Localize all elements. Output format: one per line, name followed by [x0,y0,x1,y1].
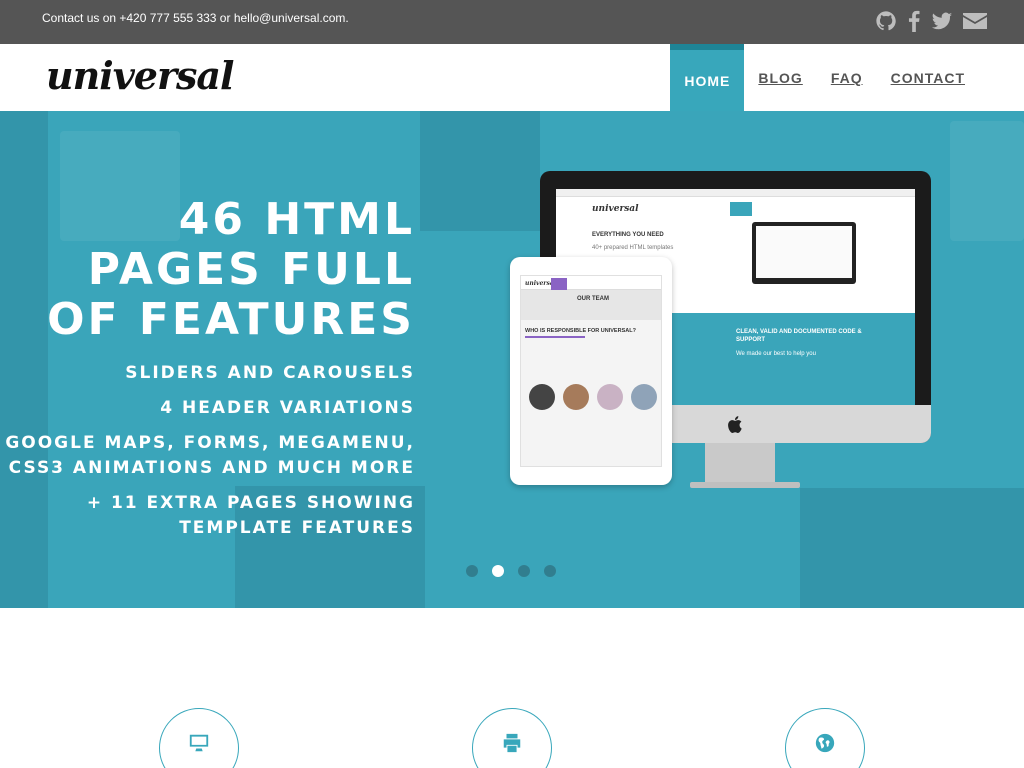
hero-feature: TEMPLATE FEATURES [179,518,415,538]
mini-logo: universal [592,204,639,214]
mini-nav-active [730,202,752,216]
imac-stand [705,443,775,485]
team-avatar [597,384,623,410]
ipad-banner: OUR TEAM [521,290,661,320]
hero-feature: SLIDERS AND CAROUSELS [125,363,415,383]
mini-title: EVERYTHING YOU NEED [592,232,664,238]
apple-logo-icon [728,416,742,433]
contact-info: Contact us on +420 777 555 333 or hello@… [42,11,349,25]
twitter-icon[interactable] [931,10,953,32]
hero-feature: CSS3 ANIMATIONS AND MUCH MORE [8,458,415,478]
hero-feature: + 11 EXTRA PAGES SHOWING [86,493,415,513]
facebook-icon[interactable] [907,10,921,32]
mini-panel-text: We made our best to help you [736,351,816,357]
social-links [875,10,987,32]
ipad-heading: WHO IS RESPONSIBLE FOR UNIVERSAL? [525,328,636,334]
slider-dot[interactable] [518,565,530,577]
background-photo [950,121,1024,241]
background-tile [800,488,1024,608]
globe-icon [815,733,835,753]
slider-dots [466,565,556,577]
browser-bar [556,189,915,197]
main-nav: HOME BLOG FAQ CONTACT [670,44,979,111]
ipad-screen: universal OUR TEAM WHO IS RESPONSIBLE FO… [520,275,662,467]
mini-laptop [752,222,856,284]
mini-laptop-screen [756,226,852,278]
nav-contact[interactable]: CONTACT [877,44,979,111]
top-bar: Contact us on +420 777 555 333 or hello@… [0,0,1024,44]
team-avatar [631,384,657,410]
slider-dot-active[interactable] [492,565,504,577]
hero-headline-line: 46 HTML [178,194,415,245]
ipad-banner-title: OUR TEAM [577,296,609,302]
hero-headline: 46 HTML PAGES FULL OF FEATURES [47,195,415,345]
nav-faq[interactable]: FAQ [817,44,877,111]
slider-dot[interactable] [544,565,556,577]
github-icon[interactable] [875,10,897,32]
service-print[interactable] [472,708,552,768]
nav-blog[interactable]: BLOG [744,44,816,111]
team-avatar [563,384,589,410]
slider-dot[interactable] [466,565,478,577]
mini-subtitle: 40+ prepared HTML templates [592,245,674,251]
mini-teal-panel: CLEAN, VALID AND DOCUMENTED CODE & SUPPO… [668,313,915,405]
ipad-mockup: universal OUR TEAM WHO IS RESPONSIBLE FO… [510,257,672,485]
imac-foot [690,482,800,488]
site-header: universal HOME BLOG FAQ CONTACT [0,44,1024,111]
background-tile [420,111,540,231]
ipad-nav-active [551,278,567,290]
hero-headline-line: OF FEATURES [47,294,415,345]
site-logo[interactable]: universal [46,53,234,98]
service-desktop[interactable] [159,708,239,768]
mini-panel-title: CLEAN, VALID AND DOCUMENTED CODE & SUPPO… [736,329,862,343]
print-icon [503,733,521,753]
ipad-heading-underline [525,336,585,338]
envelope-icon[interactable] [963,10,987,32]
nav-home[interactable]: HOME [670,44,745,111]
hero-feature: GOOGLE MAPS, FORMS, MEGAMENU, [5,433,415,453]
hero-feature: 4 HEADER VARIATIONS [160,398,415,418]
hero-slider: 46 HTML PAGES FULL OF FEATURES SLIDERS A… [0,111,1024,608]
background-tile [0,111,48,608]
hero-headline-line: PAGES FULL [87,244,415,295]
desktop-icon [189,734,209,752]
team-avatar [529,384,555,410]
service-globe[interactable] [785,708,865,768]
